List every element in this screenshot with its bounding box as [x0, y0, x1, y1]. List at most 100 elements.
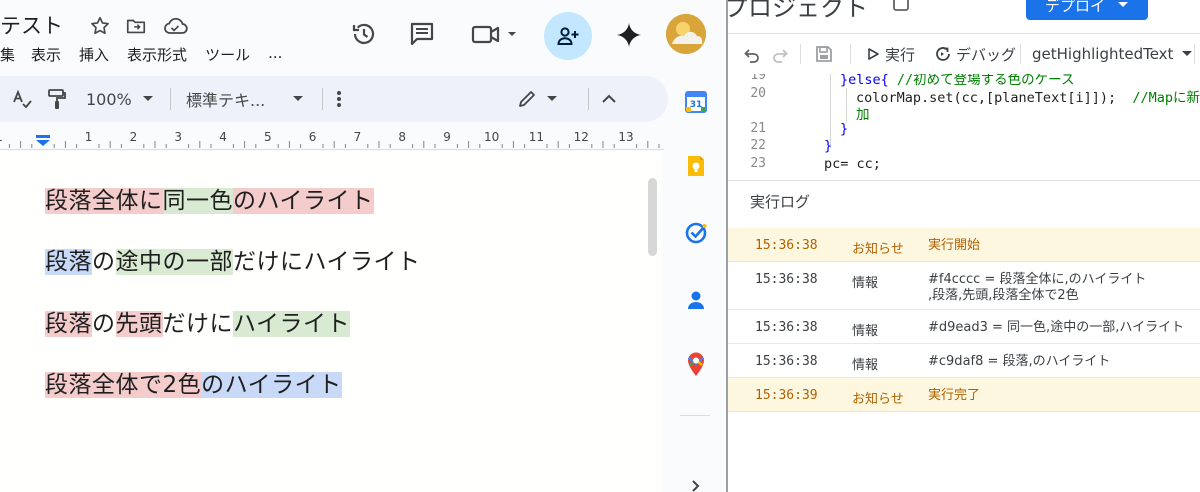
- ruler-number: 8: [398, 130, 407, 144]
- run-label: 実行: [885, 45, 916, 64]
- paragraph-style-select[interactable]: 標準テキ...: [186, 76, 304, 122]
- formatting-toolbar: 100% 標準テキ...: [0, 76, 668, 122]
- more-options-icon[interactable]: [336, 76, 342, 122]
- save-icon[interactable]: [814, 34, 834, 74]
- function-name: getHighlightedText: [1032, 45, 1174, 63]
- cloud-saved-icon[interactable]: [162, 14, 188, 38]
- text-run: のハイライト: [201, 372, 342, 398]
- ruler-number: 7: [353, 130, 362, 144]
- deploy-button[interactable]: デプロイ: [1026, 0, 1148, 20]
- side-panel-divider: [680, 415, 710, 416]
- rename-icon[interactable]: [892, 0, 910, 12]
- ruler-number: 3: [174, 130, 183, 144]
- log-msg: #c9daf8 = 段落,のハイライト: [928, 354, 1111, 369]
- gemini-sparkle-icon[interactable]: [614, 20, 644, 50]
- code-line: }: [824, 138, 832, 154]
- menu-more[interactable]: ...: [268, 44, 282, 65]
- play-icon: [868, 48, 879, 60]
- log-time: 15:36:39: [755, 388, 818, 403]
- calendar-icon[interactable]: 31: [682, 88, 710, 116]
- menu-bar: 集 表示 挿入 表示形式 ツール ...: [0, 44, 300, 65]
- paint-format-icon[interactable]: [46, 76, 68, 122]
- code-token: }: [840, 120, 849, 137]
- log-row: 15:36:38 情報 #d9ead3 = 同一色,途中の一部,ハイライト: [728, 310, 1200, 344]
- indent-guide: [830, 74, 831, 148]
- code-line: pc= cc;: [824, 156, 881, 172]
- comments-icon[interactable]: [408, 20, 436, 48]
- move-to-folder-icon[interactable]: [124, 14, 148, 38]
- code-line: 加: [856, 103, 870, 123]
- menu-edit[interactable]: 集: [0, 44, 15, 65]
- ruler-number: 5: [264, 130, 272, 144]
- text-run: だけに: [162, 311, 233, 337]
- code-editor[interactable]: 19}else{ //初めて登場する色のケース 20 colorMap.set(cc…: [728, 74, 1200, 180]
- ruler-number: 6: [308, 130, 317, 144]
- log-time: 15:36:38: [755, 238, 818, 253]
- toolbar-separator: [850, 44, 851, 64]
- redo-icon[interactable]: [772, 34, 790, 74]
- menu-insert[interactable]: 挿入: [79, 44, 109, 65]
- ruler-number: 10: [484, 130, 500, 144]
- debug-label: デバッグ: [956, 45, 1017, 64]
- paragraph-4[interactable]: 段落全体で2色のハイライト: [45, 369, 342, 401]
- document-page[interactable]: 段落全体に同一色のハイライト 段落の途中の一部だけにハイライト 段落の先頭だけに…: [0, 151, 644, 492]
- log-msg: 実行完了: [928, 388, 981, 403]
- expand-chevron-icon[interactable]: [682, 472, 710, 492]
- menu-format[interactable]: 表示形式: [127, 44, 187, 65]
- indent-marker-icon[interactable]: [35, 135, 51, 147]
- log-row: 15:36:38 お知らせ 実行開始: [728, 228, 1200, 262]
- horizontal-ruler[interactable]: 112345678910111213: [0, 126, 664, 150]
- zoom-select[interactable]: 100%: [86, 76, 154, 122]
- screen: テスト 集 表示 挿入 表示形式 ツール ... 100% 標準テキ... 1 …: [0, 0, 1200, 492]
- code-token: }: [824, 138, 833, 154]
- paragraph-1[interactable]: 段落全体に同一色のハイライト: [45, 185, 374, 217]
- log-level: 情報: [852, 358, 879, 373]
- scrollbar-thumb[interactable]: [648, 178, 657, 256]
- line-number: 21: [750, 120, 766, 136]
- side-panel: 31: [668, 76, 726, 492]
- version-history-icon[interactable]: [350, 20, 378, 48]
- text-run: 段落全体で2色: [45, 372, 202, 398]
- spellcheck-icon[interactable]: [10, 76, 34, 122]
- share-button[interactable]: [544, 12, 592, 60]
- debug-icon: [936, 47, 950, 61]
- log-msg: #d9ead3 = 同一色,途中の一部,ハイライト: [928, 320, 1185, 335]
- log-msg: #f4cccc = 段落全体に,のハイライト ,段落,先頭,段落全体で2色: [928, 272, 1147, 303]
- log-time: 15:36:38: [755, 354, 818, 369]
- keep-icon[interactable]: [682, 152, 710, 180]
- code-line: colorMap.set(cc,[planeText[i]]); //Mapに新…: [856, 86, 1200, 106]
- paragraph-3[interactable]: 段落の先頭だけにハイライト: [45, 308, 351, 340]
- contacts-icon[interactable]: [682, 286, 710, 314]
- maps-icon[interactable]: [682, 350, 710, 378]
- log-row: 15:36:38 情報 #f4cccc = 段落全体に,のハイライト ,段落,先頭,…: [728, 262, 1200, 310]
- function-select[interactable]: getHighlightedText: [1032, 34, 1193, 74]
- ruler-number: 1: [0, 130, 3, 144]
- tasks-icon[interactable]: [682, 218, 710, 246]
- script-toolbar: 実行 デバッグ getHighlightedText: [728, 34, 1200, 74]
- star-icon[interactable]: [88, 14, 112, 38]
- toolbar-separator: [1020, 44, 1021, 64]
- ruler-number: 9: [443, 130, 451, 144]
- menu-view[interactable]: 表示: [31, 44, 61, 65]
- chevron-down-icon: [1118, 2, 1128, 7]
- meet-video-icon[interactable]: [470, 20, 520, 48]
- collapse-menus-icon[interactable]: [600, 76, 618, 122]
- line-number: 22: [750, 138, 766, 153]
- editing-mode-select[interactable]: [516, 76, 558, 122]
- menu-tools[interactable]: ツール: [205, 44, 250, 65]
- code-token: 加: [856, 107, 870, 123]
- text-run: 先頭: [115, 311, 163, 337]
- text-run: 段落: [45, 249, 92, 275]
- account-avatar[interactable]: [666, 14, 706, 54]
- debug-button[interactable]: デバッグ: [934, 34, 1016, 74]
- project-name[interactable]: プロジェクト: [728, 0, 868, 23]
- document-title[interactable]: テスト: [0, 10, 63, 40]
- toolbar-separator: [800, 44, 801, 64]
- run-button[interactable]: 実行: [866, 34, 915, 74]
- undo-icon[interactable]: [742, 34, 760, 74]
- paragraph-style-value: 標準テキ...: [186, 91, 266, 110]
- log-level: 情報: [852, 276, 879, 291]
- chevron-down-icon: [142, 96, 153, 101]
- paragraph-2[interactable]: 段落の途中の一部だけにハイライト: [45, 246, 421, 278]
- toolbar-separator: [1194, 44, 1195, 64]
